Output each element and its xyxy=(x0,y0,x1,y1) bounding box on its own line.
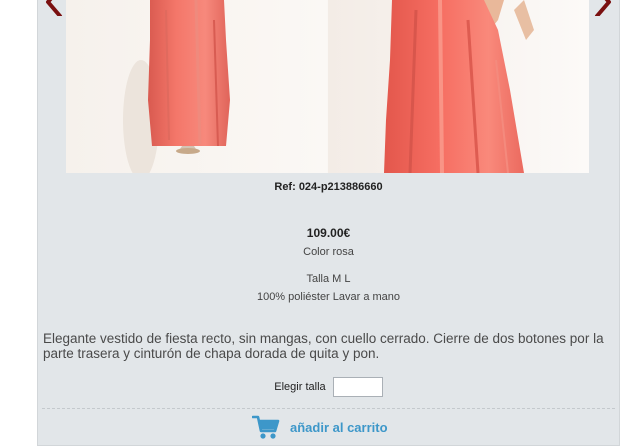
shopping-cart-icon xyxy=(252,415,280,439)
size-input[interactable] xyxy=(332,377,383,397)
product-gallery xyxy=(66,0,589,173)
add-to-cart-button[interactable]: añadir al carrito xyxy=(252,413,388,441)
product-reference: Ref: 024-p213886660 xyxy=(274,181,383,193)
product-panel: Ref: 024-p213886660 109.00€ Color rosa T… xyxy=(37,0,620,446)
product-sizes: Talla M L xyxy=(306,273,351,285)
add-to-cart-label: añadir al carrito xyxy=(290,419,388,435)
divider xyxy=(42,408,615,409)
product-photo-front[interactable] xyxy=(66,0,327,173)
product-price: 109.00€ xyxy=(306,226,351,240)
product-description: Elegante vestido de fiesta recto, sin ma… xyxy=(43,331,604,361)
product-material: 100% poliéster Lavar a mano xyxy=(256,291,401,303)
chevron-right-icon xyxy=(595,0,611,16)
size-label: Elegir talla xyxy=(274,381,326,393)
gallery-next-button[interactable] xyxy=(587,0,617,16)
size-selector: Elegir talla xyxy=(38,377,619,397)
product-color: Color rosa xyxy=(303,246,354,258)
product-photo-side[interactable] xyxy=(328,0,589,173)
